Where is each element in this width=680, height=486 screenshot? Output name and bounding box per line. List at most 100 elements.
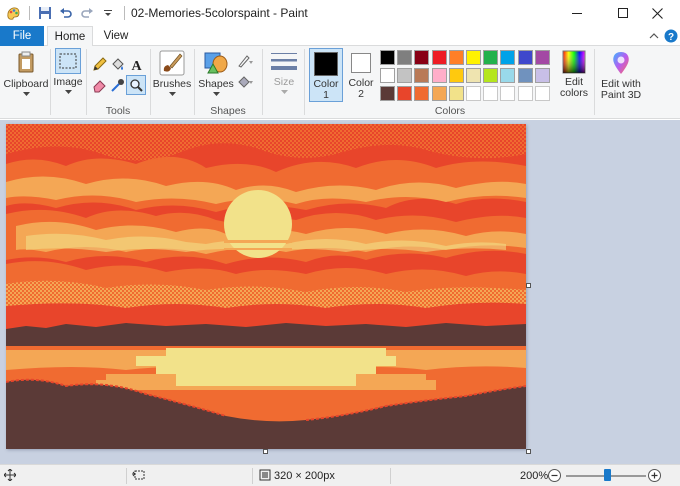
customize-qat-icon[interactable] — [99, 4, 117, 22]
group-separator — [194, 49, 195, 115]
palette-swatch-empty[interactable] — [534, 86, 550, 101]
palette-swatch-empty[interactable] — [466, 86, 481, 101]
fill-shape-icon[interactable] — [236, 72, 254, 90]
outline-icon[interactable] — [236, 52, 254, 70]
palette-swatch[interactable] — [448, 68, 464, 83]
dropdown-arrow-icon — [64, 90, 72, 94]
palette-swatch-empty[interactable] — [517, 86, 533, 101]
color-picker-icon[interactable] — [108, 76, 126, 94]
cursor-position-icon — [3, 468, 17, 484]
close-button[interactable] — [634, 0, 680, 26]
image-canvas[interactable] — [6, 124, 526, 449]
palette-swatch-empty[interactable] — [483, 86, 499, 101]
zoom-slider-thumb[interactable] — [604, 469, 611, 481]
selection-size-icon — [132, 469, 146, 484]
edit-paint3d-label: Edit with Paint 3D — [601, 79, 641, 101]
edit-colors-button[interactable]: Edit colors — [558, 50, 590, 99]
resize-handle-bottom[interactable] — [263, 449, 268, 454]
edit-with-paint3d-button[interactable]: Edit with Paint 3D — [598, 50, 644, 101]
dropdown-arrow-icon — [22, 92, 30, 96]
canvas-workspace[interactable] — [0, 120, 680, 464]
undo-icon[interactable] — [57, 4, 75, 22]
colors-label: Colors — [434, 105, 466, 117]
palette-swatch[interactable] — [483, 50, 499, 65]
dropdown-arrow-icon — [168, 92, 176, 96]
color2-label: Color 2 — [348, 78, 373, 100]
palette-swatch[interactable] — [466, 50, 481, 65]
zoom-level: 200% — [520, 470, 549, 482]
image-button[interactable]: Image — [52, 48, 84, 94]
palette-swatch[interactable] — [448, 86, 464, 101]
image-label: Image — [53, 76, 83, 88]
sunset-artwork — [6, 124, 526, 449]
zoom-out-button[interactable] — [548, 469, 561, 485]
resize-handle-corner[interactable] — [526, 449, 531, 454]
edit-paint3d-text2: Paint 3D — [600, 89, 642, 101]
status-bar: 320 × 200px 200% — [0, 464, 680, 486]
title-bar: 02-Memories-5colorspaint - Paint — [0, 0, 680, 26]
palette-swatch[interactable] — [500, 68, 516, 83]
ribbon-home: Clipboard Image A Tools Brushes Shapes S… — [0, 46, 680, 119]
palette-swatch[interactable] — [397, 50, 413, 65]
group-separator — [50, 49, 51, 115]
palette-swatch[interactable] — [414, 86, 430, 101]
magnifier-icon[interactable] — [126, 75, 146, 95]
status-separator — [252, 468, 253, 484]
redo-icon[interactable] — [78, 4, 96, 22]
dropdown-arrow-icon — [280, 90, 288, 94]
palette-swatch[interactable] — [534, 68, 550, 83]
palette-swatch[interactable] — [397, 86, 413, 101]
brushes-button[interactable]: Brushes — [153, 50, 191, 96]
fill-icon[interactable] — [108, 55, 126, 73]
title-separator — [29, 6, 30, 20]
image-size-text: 320 × 200px — [274, 470, 335, 482]
palette-swatch[interactable] — [431, 86, 447, 101]
help-icon[interactable]: ? — [663, 28, 679, 44]
text-icon[interactable]: A — [127, 55, 145, 73]
palette-swatch[interactable] — [448, 50, 464, 65]
palette-swatch[interactable] — [397, 68, 413, 83]
palette-swatch[interactable] — [380, 50, 395, 65]
dropdown-arrow-icon — [212, 92, 220, 96]
palette-swatch[interactable] — [500, 50, 516, 65]
image-size-icon — [258, 469, 272, 484]
group-separator — [262, 49, 263, 115]
palette-swatch[interactable] — [534, 50, 550, 65]
resize-handle-right[interactable] — [526, 283, 531, 288]
color1-button[interactable]: Color 1 — [309, 48, 343, 102]
collapse-ribbon-icon[interactable] — [646, 28, 662, 44]
color2-button[interactable]: Color 2 — [344, 48, 378, 102]
quick-access-toolbar: 02-Memories-5colorspaint - Paint — [0, 0, 308, 26]
palette-swatch[interactable] — [483, 68, 499, 83]
palette-swatch[interactable] — [517, 68, 533, 83]
tab-view[interactable]: View — [96, 26, 136, 46]
tab-file[interactable]: File — [0, 26, 44, 46]
palette-swatch[interactable] — [380, 68, 395, 83]
palette-swatch[interactable] — [414, 50, 430, 65]
palette-swatch[interactable] — [431, 68, 447, 83]
palette-swatch-empty[interactable] — [500, 86, 516, 101]
palette-swatch[interactable] — [414, 68, 430, 83]
tools-label: Tools — [105, 105, 131, 117]
shapes-button-label: Shapes — [198, 78, 234, 90]
ribbon-tab-bar: File Home View ? — [0, 26, 680, 47]
zoom-in-button[interactable] — [648, 469, 661, 485]
status-separator — [126, 468, 127, 484]
minimize-button[interactable] — [554, 0, 600, 26]
window-title: 02-Memories-5colorspaint - Paint — [131, 6, 308, 20]
tab-home[interactable]: Home — [47, 26, 93, 47]
group-separator — [86, 49, 87, 115]
palette-swatch[interactable] — [466, 68, 481, 83]
clipboard-button[interactable]: Clipboard — [4, 50, 48, 96]
pencil-icon[interactable] — [90, 55, 108, 73]
shapes-button[interactable]: Shapes — [197, 50, 235, 96]
color2-number: 2 — [358, 88, 364, 100]
save-icon[interactable] — [36, 4, 54, 22]
svg-text:A: A — [131, 59, 142, 72]
palette-swatch[interactable] — [380, 86, 395, 101]
color1-swatch — [314, 52, 338, 76]
palette-swatch[interactable] — [431, 50, 447, 65]
palette-swatch[interactable] — [517, 50, 533, 65]
paint-app-icon[interactable] — [4, 4, 22, 22]
eraser-icon[interactable] — [90, 76, 108, 94]
